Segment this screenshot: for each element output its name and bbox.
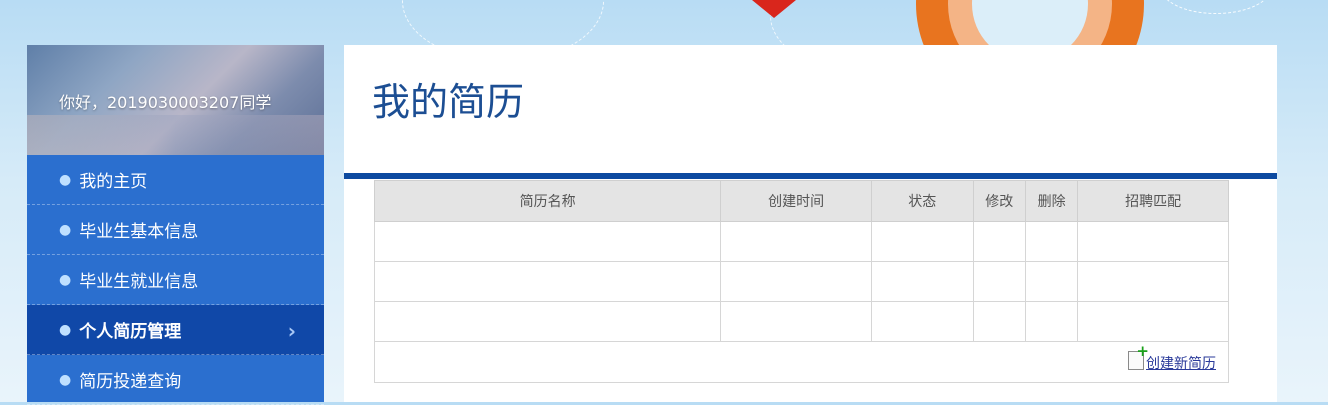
- table-cell: [720, 261, 872, 302]
- sidebar-item-resume-management[interactable]: ● 个人简历管理 ›: [27, 305, 324, 355]
- column-header-delete: 删除: [1024, 180, 1079, 222]
- bullet-dot-icon: ●: [59, 321, 72, 338]
- sidebar-item-employment-info[interactable]: ● 毕业生就业信息: [27, 255, 324, 305]
- table-cell: [1077, 261, 1229, 302]
- table-row: [373, 221, 1229, 262]
- table-cell: [870, 301, 974, 342]
- user-greeting: 你好，2019030003207同学: [59, 93, 272, 112]
- chevron-right-icon: ›: [287, 319, 296, 343]
- table-cell: [1077, 301, 1229, 342]
- bullet-dot-icon: ●: [59, 371, 72, 388]
- table-cell: [972, 221, 1026, 262]
- table-cell: [1024, 301, 1079, 342]
- table-cell: [972, 261, 1026, 302]
- table-cell: [373, 301, 722, 342]
- bullet-dot-icon: ●: [59, 171, 72, 188]
- column-header-match: 招聘匹配: [1077, 180, 1229, 222]
- sidebar-item-label: 毕业生就业信息: [79, 272, 199, 292]
- sidebar-item-label: 个人简历管理: [79, 322, 182, 342]
- create-resume-link[interactable]: 创建新简历: [1146, 356, 1216, 372]
- background-flag-decoration: [752, 0, 796, 18]
- column-header-name: 简历名称: [373, 180, 722, 222]
- table-footer: 创建新简历: [374, 341, 1229, 383]
- column-header-created: 创建时间: [720, 180, 872, 222]
- table-row: [373, 261, 1229, 302]
- table-footer-row: 创建新简历: [374, 341, 1229, 383]
- sidebar-item-label: 简历投递查询: [79, 372, 182, 392]
- table-cell: [1077, 221, 1229, 262]
- bullet-dot-icon: ●: [59, 271, 72, 288]
- table-cell: [373, 221, 722, 262]
- sidebar-item-basic-info[interactable]: ● 毕业生基本信息: [27, 205, 324, 255]
- table-cell: [720, 221, 872, 262]
- table-cell: [720, 301, 872, 342]
- sidebar-item-resume-delivery[interactable]: ● 简历投递查询: [27, 355, 324, 405]
- page-title: 我的简历: [372, 80, 525, 124]
- column-header-status: 状态: [870, 180, 974, 222]
- table-cell: [972, 301, 1026, 342]
- profile-banner: 你好，2019030003207同学: [27, 45, 324, 155]
- resume-table: 简历名称 创建时间 状态 修改 删除 招聘匹配 +创建新简历: [373, 180, 1229, 383]
- table-header-row: 简历名称 创建时间 状态 修改 删除 招聘匹配: [373, 180, 1229, 222]
- table-cell: [870, 261, 974, 302]
- new-document-icon[interactable]: [1128, 344, 1149, 370]
- column-header-edit: 修改: [972, 180, 1026, 222]
- bullet-dot-icon: ●: [59, 221, 72, 238]
- table-row: [373, 301, 1229, 342]
- table-cell: [1024, 261, 1079, 302]
- main-panel: 我的简历 简历名称 创建时间 状态 修改 删除 招聘匹配 +创建新简历: [344, 45, 1277, 402]
- sidebar-item-label: 毕业生基本信息: [79, 222, 199, 242]
- sidebar-item-home[interactable]: ● 我的主页: [27, 155, 324, 205]
- background-decoration: [1160, 0, 1272, 14]
- table-cell: [373, 261, 722, 302]
- sidebar: 你好，2019030003207同学 ● 我的主页 ● 毕业生基本信息 ● 毕业…: [27, 45, 324, 405]
- table-cell: [1024, 221, 1079, 262]
- sidebar-item-label: 我的主页: [79, 172, 148, 192]
- title-divider: [344, 173, 1277, 179]
- table-cell: [870, 221, 974, 262]
